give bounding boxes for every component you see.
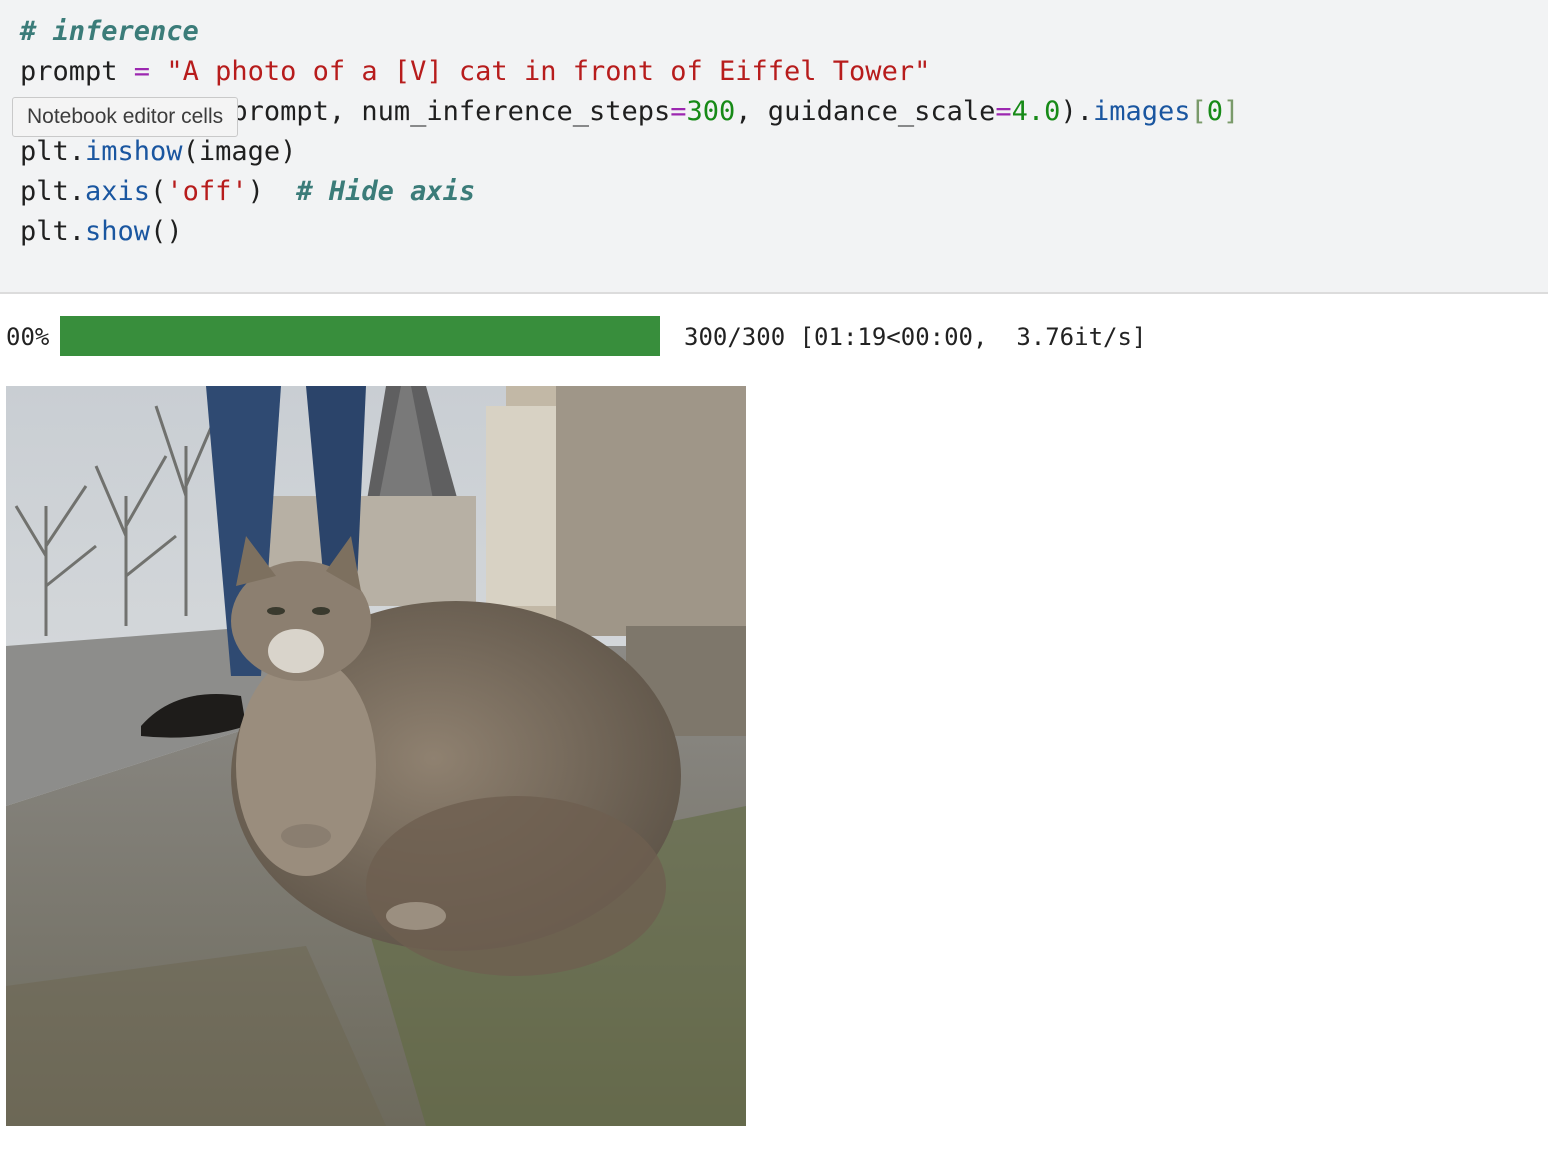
tooltip: Notebook editor cells xyxy=(12,97,239,137)
code-token: images xyxy=(1092,96,1191,127)
code-token: , guidance_scale xyxy=(735,96,996,127)
code-token: (image) xyxy=(182,136,297,167)
code-cell[interactable]: # inference prompt = "A photo of a [V] c… xyxy=(0,0,1548,294)
progress-bar-fill xyxy=(60,316,660,356)
code-token: [ xyxy=(1190,96,1207,127)
code-token: plt. xyxy=(20,216,86,247)
output-image xyxy=(6,386,746,1126)
code-token: ) xyxy=(247,176,297,207)
progress-percent: 00% xyxy=(6,323,50,351)
code-token: # Hide axis xyxy=(296,176,476,207)
code-line[interactable]: # inference xyxy=(20,12,199,52)
progress-status: 300/300 [01:19<00:00, 3.76it/s] xyxy=(684,323,1147,351)
code-token: "A photo of a [V] cat in front of Eiffel… xyxy=(166,56,931,87)
code-token: # inference xyxy=(20,16,199,47)
code-token: ( xyxy=(150,176,167,207)
code-token: plt. xyxy=(20,136,86,167)
code-token: imshow xyxy=(85,136,183,167)
code-token: axis xyxy=(85,176,151,207)
code-line[interactable]: plt.axis('off') # Hide axis xyxy=(20,172,475,212)
progress-bar xyxy=(60,316,660,356)
code-line[interactable]: prompt = "A photo of a [V] cat in front … xyxy=(20,52,930,92)
code-token: show xyxy=(85,216,151,247)
code-line[interactable]: plt.imshow(image) xyxy=(20,132,296,172)
code-token: 4.0 xyxy=(1011,96,1061,127)
code-token: () xyxy=(150,216,183,247)
code-token: = xyxy=(670,96,687,127)
code-token: ). xyxy=(1060,96,1093,127)
code-token: = xyxy=(995,96,1012,127)
code-line[interactable]: plt.show() xyxy=(20,212,183,252)
code-token: 300 xyxy=(686,96,736,127)
code-token: 0 xyxy=(1206,96,1224,127)
code-token: prompt xyxy=(20,56,134,87)
code-token: plt. xyxy=(20,176,86,207)
code-token: 'off' xyxy=(166,176,248,207)
code-token: = xyxy=(133,56,151,87)
code-token: ] xyxy=(1223,96,1240,127)
